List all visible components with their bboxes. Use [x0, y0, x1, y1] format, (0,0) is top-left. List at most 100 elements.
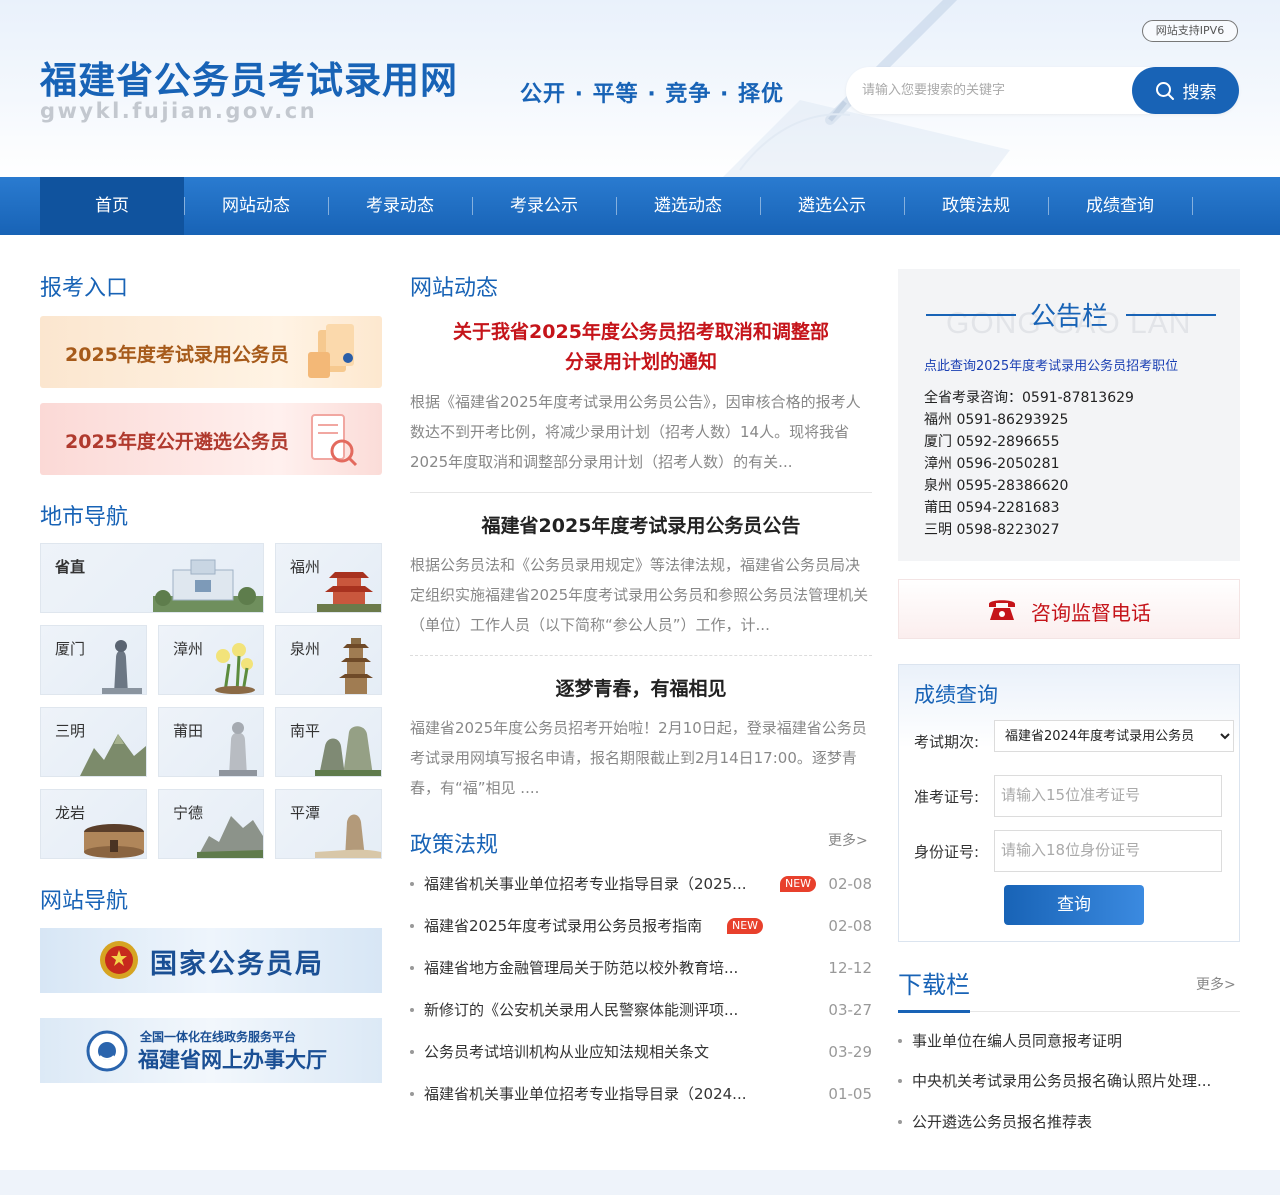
- national-civil-service-bureau-link[interactable]: 国家公务员局: [40, 928, 382, 993]
- nav-item-exam-news[interactable]: 考录动态: [328, 177, 472, 235]
- city-quanzhou[interactable]: 泉州: [275, 625, 382, 695]
- city-section-title: 地市导航: [40, 505, 129, 530]
- bullet-dot: [410, 966, 414, 970]
- news-divider: [410, 492, 872, 493]
- entry-exam-label: 2025年度考试录用公务员: [65, 344, 289, 366]
- search-input[interactable]: [862, 67, 1122, 114]
- download-item-title: 事业单位在编人员同意报考证明: [912, 1032, 1123, 1050]
- nav-separator: [1192, 197, 1193, 215]
- nav-item-policy[interactable]: 政策法规: [904, 177, 1048, 235]
- notice-phone-line: 全省考录咨询：0591-87813629: [924, 390, 1134, 406]
- policy-item-title: 福建省地方金融管理局关于防范以校外教育培...: [424, 959, 739, 977]
- policy-item-title: 福建省2025年度考试录用公务员报考指南: [424, 917, 703, 935]
- news-section-title: 网站动态: [410, 276, 499, 301]
- footer-strip: [0, 1170, 1280, 1195]
- download-list-item[interactable]: 中央机关考试录用公务员报名确认照片处理...: [898, 1069, 1240, 1093]
- notice-board: GONG GAO LAN 公告栏 点此查询2025年度考试录用公务员招考职位 全…: [898, 269, 1240, 561]
- site-title: 福建省公务员考试录用网: [40, 59, 458, 102]
- news-headline[interactable]: 逐梦青春，有福相见: [410, 675, 872, 703]
- entry-selection-label: 2025年度公开遴选公务员: [65, 431, 289, 453]
- policy-list-item[interactable]: 福建省机关事业单位招考专业指导目录（2024... 01-05: [410, 1082, 872, 1106]
- fujian-online-service-hall-link[interactable]: 全国一体化在线政务服务平台 福建省网上办事大厅: [40, 1018, 382, 1083]
- download-item-title: 中央机关考试录用公务员报名确认照片处理...: [912, 1072, 1212, 1090]
- magnifier-document-icon: [311, 414, 358, 467]
- policy-list-item[interactable]: 福建省地方金融管理局关于防范以校外教育培... 12-12: [410, 956, 872, 980]
- search-button-label: 搜索: [1182, 83, 1217, 103]
- policy-item-date: 03-29: [828, 1043, 872, 1061]
- bullet-dot: [898, 1079, 902, 1083]
- city-fuzhou[interactable]: 福州: [275, 543, 382, 613]
- city-putian[interactable]: 莆田: [158, 707, 264, 777]
- news-headline-featured[interactable]: 关于我省2025年度公务员招考取消和调整部 分录用计划的通知: [410, 317, 872, 377]
- bullet-dot: [410, 924, 414, 928]
- hotline-banner[interactable]: 咨询监督电话: [898, 579, 1240, 639]
- nav-item-exam-notice[interactable]: 考录公示: [472, 177, 616, 235]
- nav-item-site-news[interactable]: 网站动态: [184, 177, 328, 235]
- notice-position-query-link[interactable]: 点此查询2025年度考试录用公务员招考职位: [924, 355, 1178, 374]
- notice-phone-line: 福州 0591-86293925: [924, 412, 1069, 428]
- score-query-title: 成绩查询: [914, 683, 998, 707]
- city-provincial[interactable]: 省直: [40, 543, 264, 613]
- download-list-item[interactable]: 事业单位在编人员同意报考证明: [898, 1029, 1240, 1053]
- bullet-dot: [898, 1039, 902, 1043]
- city-longyan[interactable]: 龙岩: [40, 789, 147, 859]
- new-badge: NEW: [727, 918, 764, 934]
- site-nav-section-title: 网站导航: [40, 889, 129, 914]
- city-label: 泉州: [290, 640, 321, 658]
- policy-item-title: 福建省机关事业单位招考专业指导目录（2024...: [424, 1085, 747, 1103]
- city-label: 省直: [55, 558, 86, 576]
- download-list-item[interactable]: 公开遴选公务员报名推荐表: [898, 1110, 1240, 1134]
- policy-item-date: 02-08: [828, 875, 872, 893]
- news-summary: 根据公务员法和《公务员录用规定》等法律法规，福建省公务员局决定组织实施福建省20…: [410, 556, 869, 634]
- nav-item-home[interactable]: 首页: [40, 177, 184, 235]
- policy-list-item[interactable]: 福建省机关事业单位招考专业指导目录（2025... NEW 02-08: [410, 872, 872, 896]
- city-ningde[interactable]: 宁德: [158, 789, 264, 859]
- statue-icon: [102, 640, 142, 694]
- city-pingtan[interactable]: 平潭: [275, 789, 382, 859]
- download-section-title: 下载栏: [898, 971, 970, 999]
- news-headline[interactable]: 福建省2025年度考试录用公务员公告: [410, 512, 872, 540]
- news-summary: 福建省2025年度公务员招考开始啦！2月10日起，登录福建省公务员考试录用网填写…: [410, 719, 867, 797]
- new-badge: NEW: [780, 876, 817, 892]
- service-platform-subtitle: 全国一体化在线政务服务平台: [140, 1030, 297, 1044]
- pagoda-icon: [317, 572, 381, 612]
- bullet-dot: [410, 882, 414, 886]
- telephone-icon: [989, 600, 1015, 620]
- city-sanming[interactable]: 三明: [40, 707, 147, 777]
- entry-exam-2025-banner[interactable]: 2025年度考试录用公务员: [40, 316, 382, 388]
- policy-list-item[interactable]: 公务员考试培训机构从业应知法规相关条文 03-29: [410, 1040, 872, 1064]
- policy-list-item[interactable]: 新修订的《公安机关录用人民警察体能测评项... 03-27: [410, 998, 872, 1022]
- mountain-icon: [80, 734, 146, 776]
- ipv6-badge: 网站支持IPV6: [1142, 20, 1238, 42]
- search-icon: [1155, 81, 1174, 100]
- nav-item-selection-news[interactable]: 遴选动态: [616, 177, 760, 235]
- city-nanping[interactable]: 南平: [275, 707, 382, 777]
- narcissus-flower-icon: [215, 643, 255, 694]
- city-xiamen[interactable]: 厦门: [40, 625, 147, 695]
- score-query-button[interactable]: 查询: [1004, 885, 1144, 925]
- city-zhangzhou[interactable]: 漳州: [158, 625, 264, 695]
- notice-phone-line: 三明 0598-8223027: [924, 522, 1060, 538]
- news-summary: 根据《福建省2025年度考试录用公务员公告》，因审核合格的报考人数达不到开考比例…: [410, 393, 861, 471]
- entry-selection-2025-banner[interactable]: 2025年度公开遴选公务员: [40, 403, 382, 475]
- site-header: 福建省公务员考试录用网 gwykl.fujian.gov.cn 公开 · 平等 …: [0, 0, 1280, 177]
- search-button[interactable]: 搜索: [1132, 67, 1239, 114]
- national-emblem-icon: [100, 941, 138, 979]
- ticket-number-input[interactable]: [994, 775, 1222, 817]
- rocky-peak-icon: [197, 816, 263, 858]
- city-label: 福州: [290, 558, 321, 576]
- download-more-link[interactable]: 更多>: [1196, 974, 1236, 994]
- notice-phone-line: 厦门 0592-2896655: [924, 434, 1060, 450]
- exam-period-select[interactable]: 福建省2024年度考试录用公务员: [994, 720, 1234, 752]
- policy-list-item[interactable]: 福建省2025年度考试录用公务员报考指南 NEW 02-08: [410, 914, 872, 938]
- search-box: 搜索: [846, 67, 1239, 114]
- id-number-input[interactable]: [994, 830, 1222, 872]
- nav-item-selection-notice[interactable]: 遴选公示: [760, 177, 904, 235]
- download-item-title: 公开遴选公务员报名推荐表: [912, 1113, 1093, 1131]
- mazu-statue-icon: [219, 722, 257, 776]
- score-query-panel: 成绩查询 考试期次: 福建省2024年度考试录用公务员 准考证号: 身份证号: …: [898, 664, 1240, 942]
- policy-item-title: 新修订的《公安机关录用人民警察体能测评项...: [424, 1001, 739, 1019]
- nav-item-score[interactable]: 成绩查询: [1048, 177, 1192, 235]
- policy-more-link[interactable]: 更多>: [828, 830, 868, 850]
- government-building-icon: [153, 559, 263, 612]
